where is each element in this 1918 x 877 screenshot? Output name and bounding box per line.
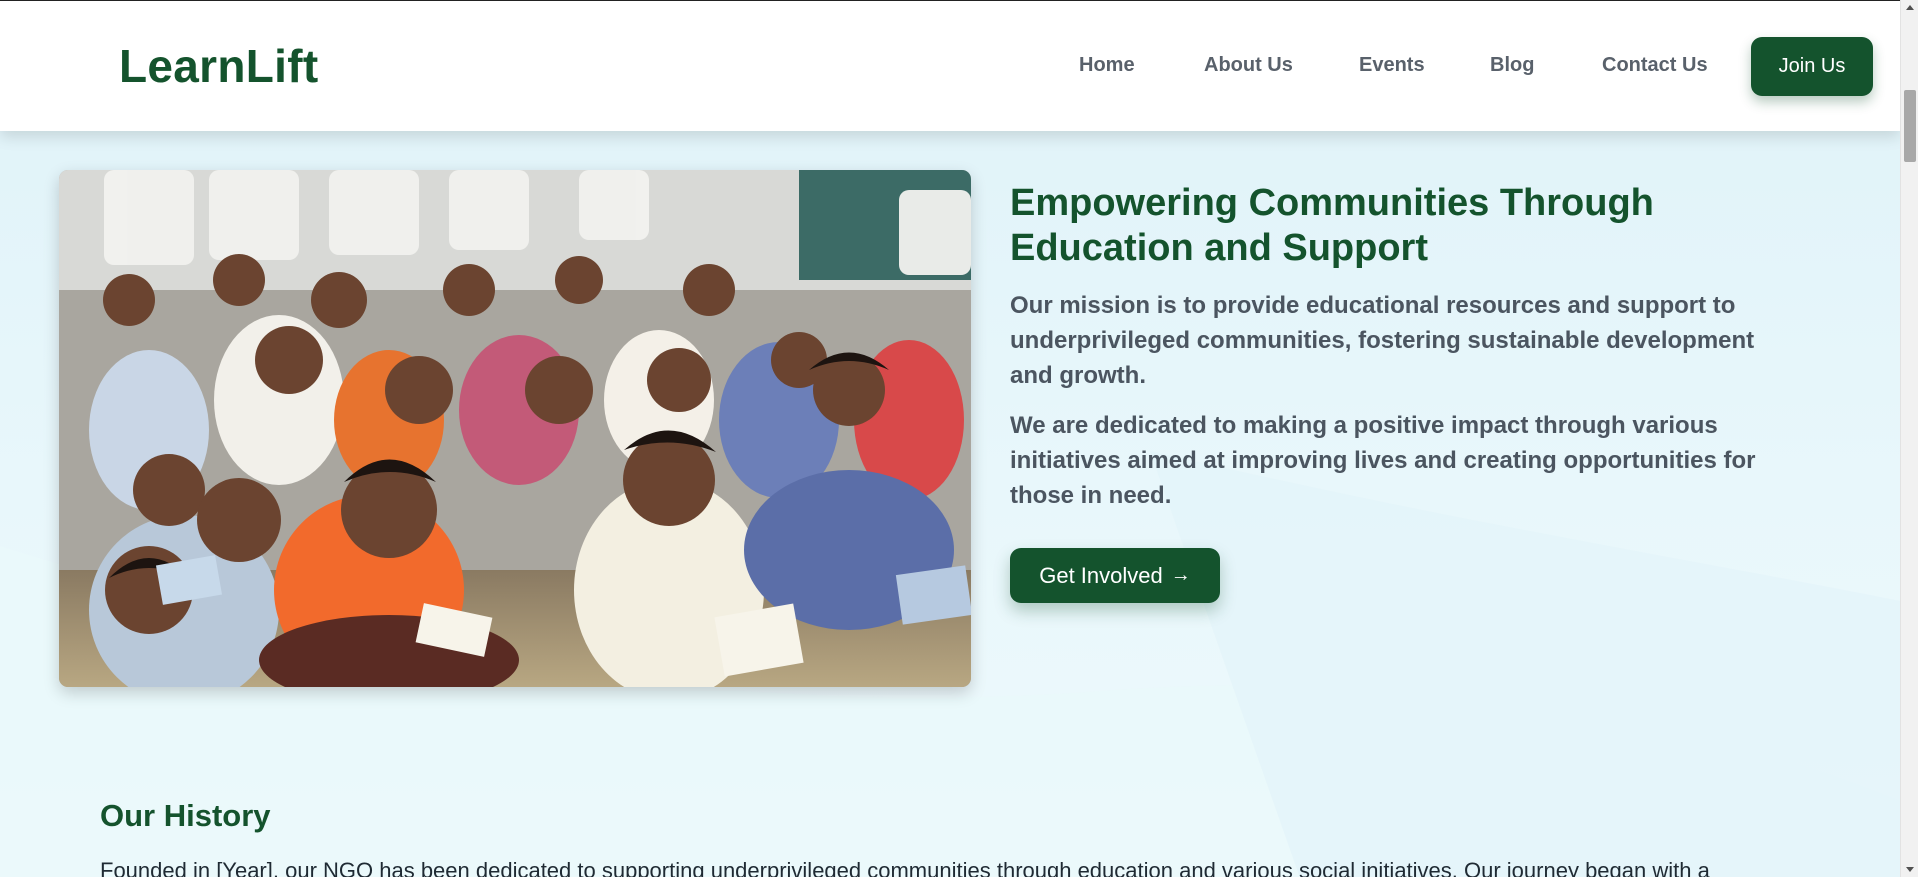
hero-impact-paragraph: We are dedicated to making a positive im… <box>1010 412 1756 509</box>
history-paragraph: Founded in [Year], our NGO has been dedi… <box>100 858 1710 877</box>
scroll-up-arrow-icon[interactable] <box>1906 5 1914 10</box>
get-involved-button[interactable]: Get Involved → <box>1010 548 1220 603</box>
arrow-right-icon: → <box>1170 564 1191 586</box>
site-header: LearnLift Home About Us Events Blog Cont… <box>0 1 1900 131</box>
nav-link-contact-us[interactable]: Contact Us <box>1602 54 1708 77</box>
hero-image <box>59 170 971 687</box>
scroll-down-arrow-icon[interactable] <box>1906 867 1914 872</box>
join-us-button[interactable]: Join Us <box>1751 37 1873 96</box>
hero-title: Empowering Communities Through Education… <box>1010 182 1654 269</box>
nav-link-blog[interactable]: Blog <box>1490 54 1534 77</box>
get-involved-label: Get Involved <box>1039 562 1163 588</box>
nav-link-events[interactable]: Events <box>1359 54 1425 77</box>
page-viewport: LearnLift Home About Us Events Blog Cont… <box>0 0 1900 877</box>
brand-logo[interactable]: LearnLift <box>119 39 318 93</box>
history-heading: Our History <box>100 798 271 833</box>
hero-mission-paragraph: Our mission is to provide educational re… <box>1010 292 1755 389</box>
vertical-scrollbar[interactable] <box>1900 0 1918 877</box>
nav-link-about-us[interactable]: About Us <box>1204 54 1293 77</box>
scrollbar-thumb[interactable] <box>1904 90 1916 162</box>
nav-link-home[interactable]: Home <box>1079 54 1135 77</box>
hero-photo-illustration <box>59 170 971 687</box>
